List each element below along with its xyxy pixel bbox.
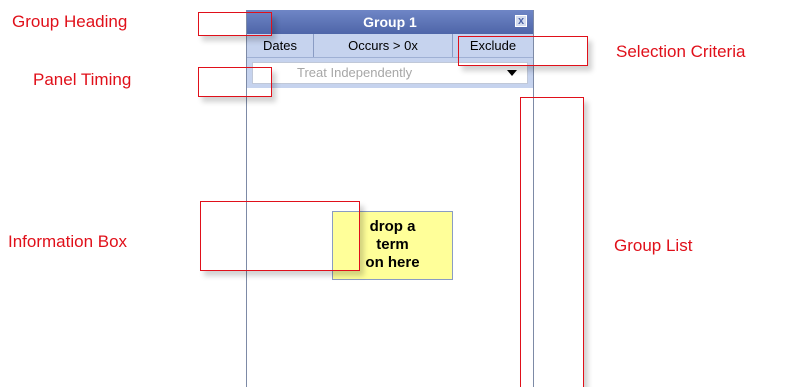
callout-box-panel-timing	[198, 67, 272, 97]
group-panel: Group 1 x Dates Occurs > 0x Exclude Trea…	[246, 10, 534, 387]
callout-label-group-list: Group List	[614, 236, 693, 255]
callout-label-selection-criteria: Selection Criteria	[616, 42, 746, 61]
callout-box-information-box	[200, 201, 360, 271]
callout-label-panel-timing: Panel Timing	[33, 70, 132, 89]
annotated-screenshot: Group Heading Panel Timing Information B…	[0, 0, 786, 387]
occurs-button[interactable]: Occurs > 0x	[314, 34, 453, 57]
group-heading: Group 1 x	[247, 10, 533, 34]
callout-label-group-heading: Group Heading	[12, 12, 128, 31]
dates-button[interactable]: Dates	[247, 34, 314, 57]
close-icon[interactable]: x	[515, 15, 527, 27]
chevron-down-icon	[507, 70, 517, 76]
callout-box-selection-criteria	[458, 36, 588, 66]
callout-box-group-heading	[198, 12, 272, 36]
group-title: Group 1	[363, 14, 417, 30]
panel-timing-value: Treat Independently	[297, 65, 413, 80]
callout-label-information-box: Information Box	[8, 232, 128, 251]
callout-box-group-list	[520, 97, 584, 387]
